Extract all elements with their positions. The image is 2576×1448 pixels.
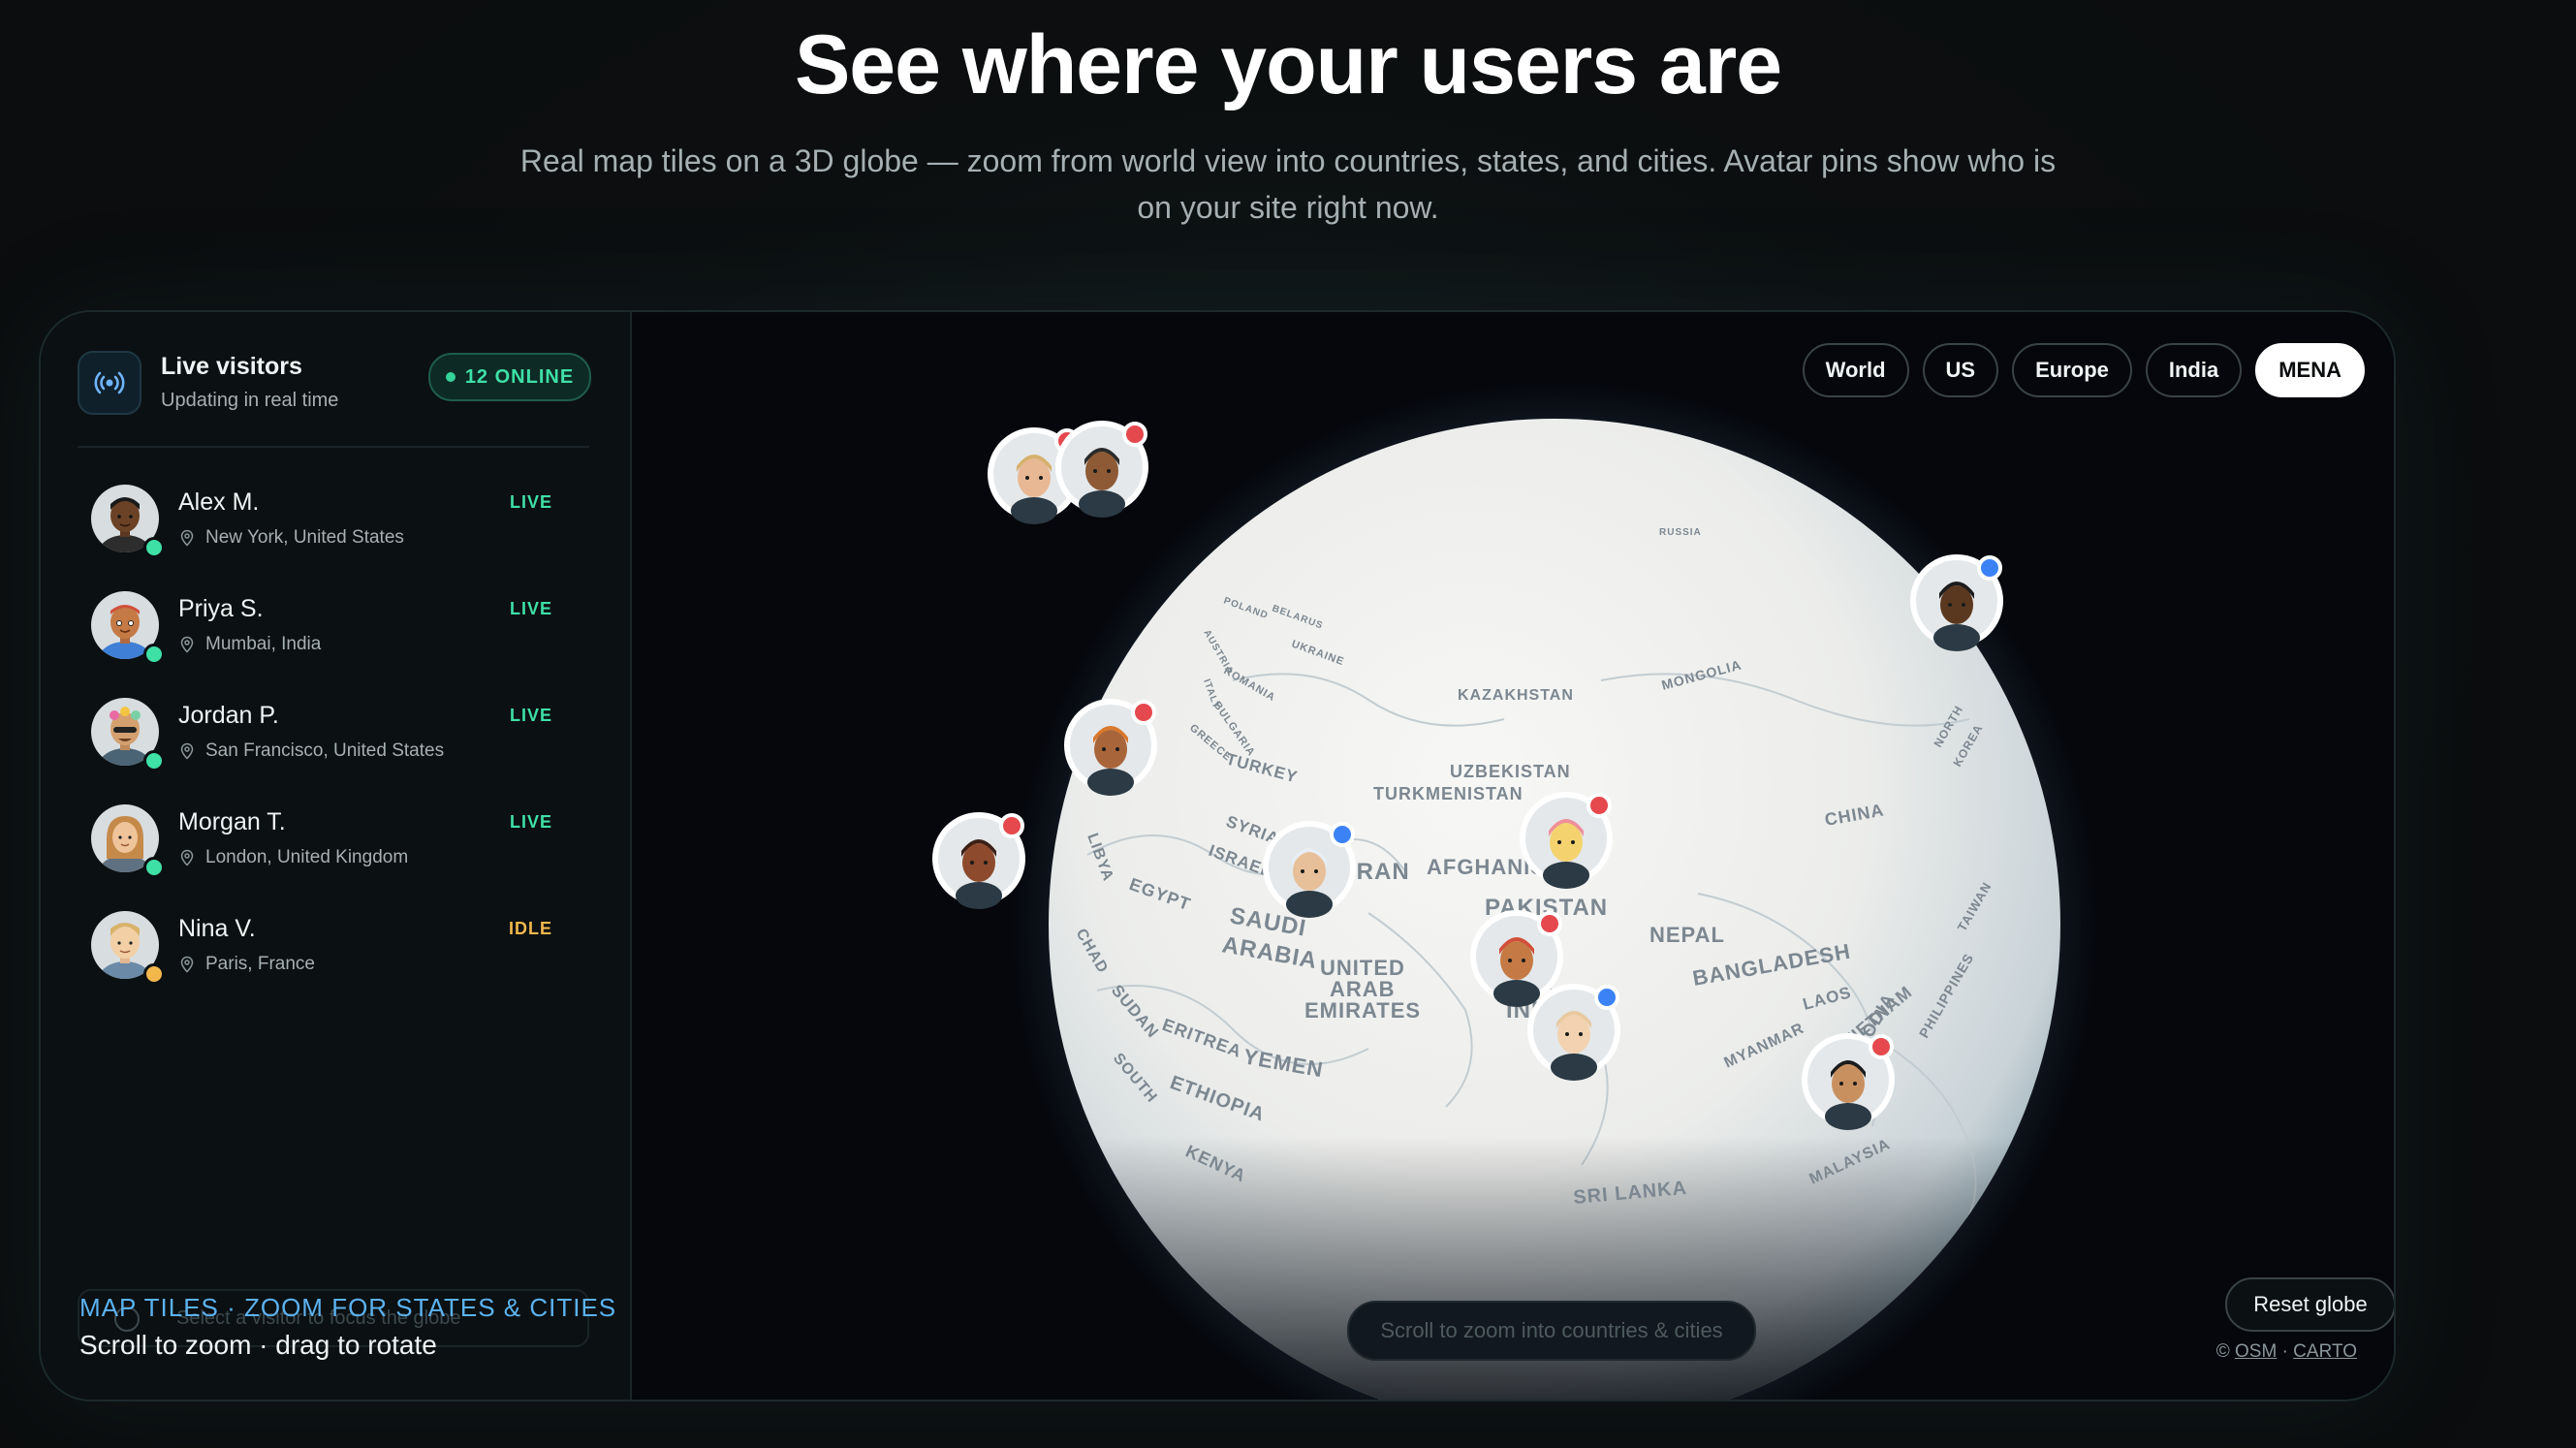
divider [78,446,589,448]
visitor-name: Alex M. [178,488,260,516]
visitor-name: Jordan P. [178,702,279,729]
online-count-label: 12 ONLINE [464,365,575,388]
location-pin-icon [180,529,194,547]
page-subtitle: Real map tiles on a 3D globe — zoom from… [519,143,2057,225]
visitor-status: LIVE [509,599,552,618]
status-dot-icon [143,963,165,985]
live-visitors-panel: Live visitors Updating in real time 12 O… [41,312,632,1400]
visitor-location-text: Paris, France [205,954,315,974]
visitor-location-text: San Francisco, United States [205,740,445,761]
status-dot-icon [143,857,165,878]
visitor-location: New York, United States [178,527,404,549]
visitor-row-priya[interactable]: Priya S. Mumbai, India LIVE [78,582,589,678]
reset-globe-button[interactable]: Reset globe [2225,1277,2394,1332]
visitor-location: Paris, France [178,954,315,975]
visitor-row-nina[interactable]: Nina V. Paris, France IDLE [78,901,589,998]
visitor-location: Mumbai, India [178,634,321,655]
credit-separator: · [2281,1341,2288,1362]
globe-card: Live visitors Updating in real time 12 O… [39,310,2396,1401]
visitor-status: LIVE [509,812,552,832]
visitor-name: Nina V. [178,915,256,942]
map-tiles-caption: MAP TILES · ZOOM FOR STATES & CITIES [79,1293,617,1322]
visitor-name: Morgan T. [178,808,286,835]
broadcast-icon [78,351,141,415]
location-pin-icon [180,849,194,866]
map-label: UZBEKISTAN [1450,762,1571,781]
copyright-symbol: © [2215,1341,2230,1362]
tab-mena[interactable]: MENA [2255,343,2365,397]
visitor-status: LIVE [509,492,552,512]
visitor-location-text: Mumbai, India [205,634,322,654]
location-pin-icon [180,742,194,760]
status-dot-icon [143,644,165,665]
panel-subtitle: Updating in real time [161,390,339,411]
visitor-row-alex[interactable]: Alex M. New York, United States LIVE [78,475,589,572]
visitor-status: LIVE [509,706,552,725]
location-pin-icon [180,636,194,653]
visitor-name: Priya S. [178,595,264,622]
visitor-location-text: New York, United States [205,527,404,548]
visitor-location-text: London, United Kingdom [205,847,409,867]
globe[interactable]: RUSSIAPOLAND BELARUSUKRAINEROMANIAAUSTRIA… [632,312,2394,1400]
region-tabs: World US Europe India MENA [1802,343,2365,397]
tab-us[interactable]: US [1922,343,1999,397]
scroll-zoom-hint: Scroll to zoom into countries & cities [1347,1301,1756,1361]
visitor-row-morgan[interactable]: Morgan T. London, United Kingdom LIVE [78,795,589,892]
status-dot-icon [143,537,165,558]
visitor-location: London, United Kingdom [178,847,408,868]
tab-india[interactable]: India [2145,343,2243,397]
globe-viewport[interactable]: RUSSIA POLAND BELARUS UKRAINE ROMANIA AUSTRIA… [632,312,2394,1400]
map-label: TURKMENISTAN [1373,784,1524,803]
map-label: RUSSIA [1659,527,1702,538]
map-label: KAZAKHSTAN [1458,687,1574,704]
location-pin-icon [180,956,194,973]
map-label: IRAN [1349,859,1410,885]
tab-world[interactable]: World [1802,343,1909,397]
map-attribution: © OSM · CARTO [2216,1341,2357,1363]
carto-link[interactable]: CARTO [2293,1341,2357,1362]
visitor-status: IDLE [508,919,552,938]
tab-europe[interactable]: Europe [2012,343,2132,397]
zoom-instructions: Scroll to zoom · drag to rotate [79,1330,437,1360]
status-dot-icon [143,750,165,771]
page-title: See where your users are [794,18,1782,111]
map-label: NEPAL [1649,923,1725,947]
online-count-badge: 12 ONLINE [428,353,591,401]
visitor-avatar-pin[interactable] [932,812,1025,909]
map-label: EMIRATES [1304,998,1421,1023]
osm-link[interactable]: OSM [2235,1341,2277,1362]
panel-title: Live visitors [161,353,302,380]
visitor-row-jordan[interactable]: Jordan P. San Francisco, United States L… [78,688,589,785]
visitor-location: San Francisco, United States [178,740,444,762]
online-dot-icon [445,372,456,382]
